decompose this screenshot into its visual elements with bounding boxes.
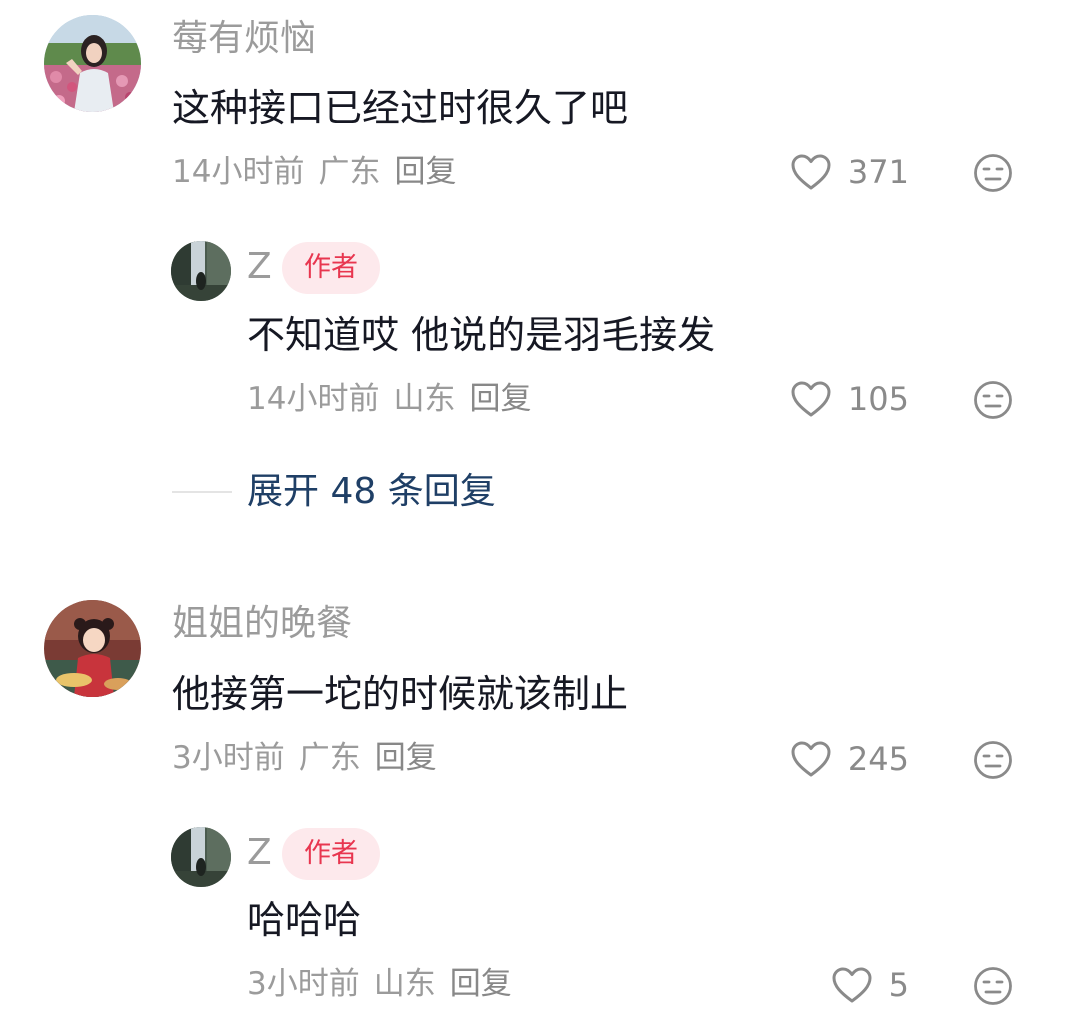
dislike-button[interactable] xyxy=(973,740,1013,780)
avatar-photo-girl-in-flower-field xyxy=(44,15,141,112)
comment-text: 这种接口已经过时很久了吧 xyxy=(172,86,629,130)
like-button[interactable]: 371 xyxy=(790,150,909,194)
author-badge: 作者 xyxy=(282,828,380,880)
reply-meta: 3小时前 山东 回复 xyxy=(247,965,512,1003)
reply-button[interactable]: 回复 xyxy=(469,381,531,417)
author-badge: 作者 xyxy=(282,242,380,294)
reply-button[interactable]: 回复 xyxy=(394,154,456,190)
like-count: 371 xyxy=(847,153,909,191)
heart-outline-icon xyxy=(791,154,831,190)
reply-location: 山东 xyxy=(373,966,436,1002)
comment-time: 14小时前 xyxy=(172,154,305,190)
dislike-button[interactable] xyxy=(973,966,1013,1006)
reply-button[interactable]: 回复 xyxy=(450,966,512,1002)
comment-text: 他接第一坨的时候就该制止 xyxy=(172,672,629,716)
neutral-face-icon xyxy=(974,154,1012,192)
like-count: 5 xyxy=(888,966,909,1004)
like-button[interactable]: 245 xyxy=(790,737,909,781)
expand-divider xyxy=(172,491,232,493)
like-count: 105 xyxy=(847,380,909,418)
neutral-face-icon xyxy=(974,381,1012,419)
reply-text: 哈哈哈 xyxy=(247,898,362,942)
avatar-photo-waterfall xyxy=(171,827,231,887)
avatar-photo-waterfall xyxy=(171,241,231,301)
like-count: 245 xyxy=(847,740,909,778)
reply-button[interactable]: 回复 xyxy=(375,740,437,776)
reply-avatar[interactable] xyxy=(171,241,231,301)
heart-outline-icon xyxy=(832,967,872,1003)
reply-username[interactable]: Z xyxy=(247,245,272,289)
dislike-button[interactable] xyxy=(973,380,1013,420)
reply-location: 山东 xyxy=(393,381,456,417)
reply-time: 14小时前 xyxy=(247,381,380,417)
avatar-illustration-girl-with-dinner xyxy=(44,600,141,697)
neutral-face-icon xyxy=(974,741,1012,779)
reply-text: 不知道哎 他说的是羽毛接发 xyxy=(247,313,716,357)
heart-outline-icon xyxy=(791,741,831,777)
comment-meta: 14小时前 广东 回复 xyxy=(172,153,456,191)
neutral-face-icon xyxy=(974,967,1012,1005)
avatar[interactable] xyxy=(44,15,141,112)
comment-username[interactable]: 姐姐的晚餐 xyxy=(172,602,352,646)
reply-meta: 14小时前 山东 回复 xyxy=(247,380,531,418)
heart-outline-icon xyxy=(791,381,831,417)
dislike-button[interactable] xyxy=(973,153,1013,193)
reply-avatar[interactable] xyxy=(171,827,231,887)
reply-time: 3小时前 xyxy=(247,966,360,1002)
comment-username[interactable]: 莓有烦恼 xyxy=(172,17,316,61)
like-button[interactable]: 5 xyxy=(831,963,909,1007)
reply-username[interactable]: Z xyxy=(247,831,272,875)
comment-meta: 3小时前 广东 回复 xyxy=(172,739,437,777)
expand-replies-button[interactable]: 展开 48 条回复 xyxy=(247,469,496,515)
comment-location: 广东 xyxy=(298,740,361,776)
avatar[interactable] xyxy=(44,600,141,697)
comment-time: 3小时前 xyxy=(172,740,285,776)
comment-location: 广东 xyxy=(318,154,381,190)
like-button[interactable]: 105 xyxy=(790,377,909,421)
